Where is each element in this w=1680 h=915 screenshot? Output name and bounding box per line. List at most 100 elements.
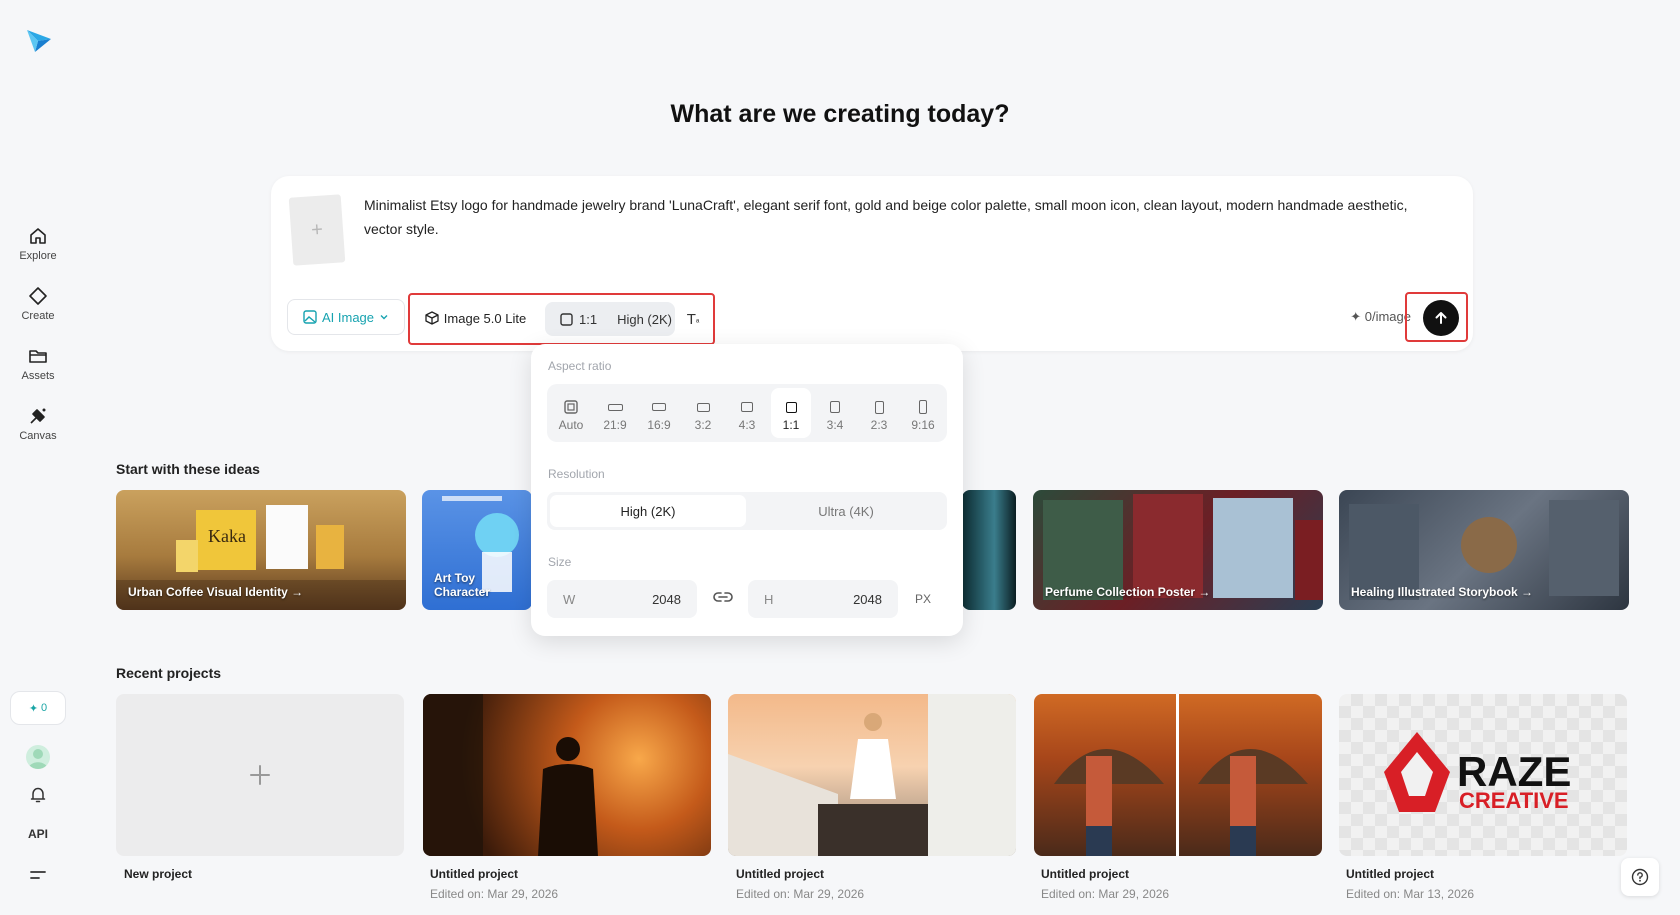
ratio-option-3-4[interactable]: 3:4	[815, 388, 855, 438]
idea-card[interactable]: Kaka Urban Coffee Visual Identity →	[116, 490, 406, 610]
height-field[interactable]: H 2048	[748, 580, 898, 618]
sidebar-item-label: Explore	[19, 250, 57, 262]
sidebar-item-label: Canvas	[19, 430, 57, 442]
ratio-option-1-1[interactable]: 1:1	[771, 388, 811, 438]
api-link[interactable]: API	[0, 827, 76, 841]
ratio-shape-icon	[607, 403, 623, 411]
avatar[interactable]	[26, 745, 50, 769]
ratio-option-9-16[interactable]: 9:16	[903, 388, 943, 438]
settings-popover: Aspect ratio Auto 21:9 16:9 3:2 4:3 1:1 …	[531, 344, 963, 636]
project-card[interactable]	[1034, 694, 1322, 856]
project-date: Edited on: Mar 13, 2026	[1346, 887, 1475, 901]
credits-count: 0	[41, 702, 48, 714]
ratio-label: 2:3	[870, 418, 888, 432]
ratio-label: 16:9	[647, 418, 671, 432]
canvas-icon	[30, 408, 46, 424]
project-thumbnail	[728, 694, 1016, 856]
size-label: Size	[548, 555, 572, 569]
credits-badge[interactable]: ✦ 0	[10, 691, 66, 725]
mode-dropdown[interactable]: AI Image	[287, 299, 405, 335]
plus-icon	[250, 765, 270, 785]
sidebar-item-create[interactable]: Create	[0, 286, 76, 322]
ratio-option-21-9[interactable]: 21:9	[595, 388, 635, 438]
sparkle-icon: ✦	[1350, 309, 1365, 324]
width-field[interactable]: W 2048	[547, 580, 697, 618]
ratio-shape-icon	[874, 400, 884, 414]
idea-caption: Healing Illustrated Storybook →	[1351, 585, 1534, 599]
sparkle-icon: ✦	[28, 702, 39, 715]
menu-icon[interactable]	[29, 868, 47, 882]
ratio-label: 4:3	[738, 418, 756, 432]
sidebar-item-label: Create	[21, 310, 55, 322]
mode-label: AI Image	[321, 309, 375, 325]
sidebar: Explore Create Assets Canvas ✦ 0 API	[0, 0, 76, 915]
project-date: Edited on: Mar 29, 2026	[736, 887, 865, 901]
ratio-label: Auto	[558, 418, 584, 432]
project-title: New project	[124, 867, 193, 881]
project-title: Untitled project	[1041, 867, 1130, 881]
idea-card[interactable]	[962, 490, 1016, 610]
ratio-shape-icon	[830, 401, 840, 413]
bell-icon[interactable]	[28, 785, 48, 805]
idea-caption: Perfume Collection Poster →	[1045, 585, 1211, 599]
svg-text:Kaka: Kaka	[208, 526, 246, 546]
project-title: Untitled project	[430, 867, 519, 881]
ratio-shape-icon	[919, 400, 927, 414]
prompt-input[interactable]: Minimalist Etsy logo for handmade jewelr…	[364, 193, 1434, 241]
highlight-box-settings	[408, 293, 715, 345]
idea-card[interactable]: Healing Illustrated Storybook →	[1339, 490, 1629, 610]
ratio-label: 3:2	[694, 418, 712, 432]
ratio-shape-icon	[696, 402, 710, 412]
resolution-option-high[interactable]: High (2K)	[550, 495, 746, 527]
size-unit: PX	[915, 592, 932, 606]
folder-icon	[29, 350, 47, 363]
ratio-label: 1:1	[782, 418, 800, 432]
resolution-label: Resolution	[548, 467, 605, 481]
app-logo[interactable]	[25, 26, 53, 54]
new-project-card[interactable]	[116, 694, 404, 856]
home-icon	[30, 228, 46, 244]
idea-card[interactable]: Art Toy Character	[422, 490, 532, 610]
sidebar-item-assets[interactable]: Assets	[0, 346, 76, 382]
project-date: Edited on: Mar 29, 2026	[430, 887, 559, 901]
project-date: Edited on: Mar 29, 2026	[1041, 887, 1170, 901]
height-value: 2048	[853, 592, 882, 607]
ratio-label: 21:9	[603, 418, 627, 432]
project-thumbnail	[423, 694, 598, 856]
ratio-option-2-3[interactable]: 2:3	[859, 388, 899, 438]
sidebar-item-explore[interactable]: Explore	[0, 226, 76, 262]
image-upload-slot[interactable]: +	[288, 194, 346, 266]
question-icon	[1631, 868, 1649, 886]
project-card[interactable]	[728, 694, 1016, 856]
ratio-option-16-9[interactable]: 16:9	[639, 388, 679, 438]
width-value: 2048	[652, 592, 681, 607]
height-key: H	[764, 592, 774, 607]
diamond-icon	[29, 287, 47, 305]
aspect-ratio-group: Auto 21:9 16:9 3:2 4:3 1:1 3:4 2:3 9:16	[547, 384, 947, 442]
auto-ratio-icon	[564, 400, 578, 414]
project-card[interactable]: RAZE CREATIVE	[1339, 694, 1627, 856]
project-thumbnail	[1054, 694, 1308, 856]
link-icon[interactable]	[713, 590, 733, 604]
idea-card[interactable]: Perfume Collection Poster →	[1033, 490, 1323, 610]
project-card[interactable]	[423, 694, 711, 856]
ratio-option-4-3[interactable]: 4:3	[727, 388, 767, 438]
recent-title: Recent projects	[116, 665, 222, 681]
page-title: What are we creating today?	[670, 100, 1010, 128]
image-icon	[303, 310, 317, 324]
width-key: W	[563, 592, 576, 607]
resolution-option-ultra[interactable]: Ultra (4K)	[748, 495, 944, 527]
ratio-shape-icon	[785, 401, 797, 413]
highlight-box-send	[1405, 292, 1468, 342]
ratio-option-3-2[interactable]: 3:2	[683, 388, 723, 438]
credits-cost: ✦ 0/image	[1350, 309, 1411, 325]
help-button[interactable]	[1621, 858, 1659, 896]
ratio-shape-icon	[741, 402, 753, 412]
chevron-down-icon	[380, 315, 388, 320]
ratio-shape-icon	[652, 403, 666, 411]
sidebar-item-canvas[interactable]: Canvas	[0, 406, 76, 442]
plus-icon: +	[310, 218, 324, 241]
raze-logo-image: RAZE CREATIVE	[1384, 732, 1571, 813]
ratio-option-auto[interactable]: Auto	[551, 388, 591, 438]
aspect-ratio-label: Aspect ratio	[548, 359, 612, 373]
